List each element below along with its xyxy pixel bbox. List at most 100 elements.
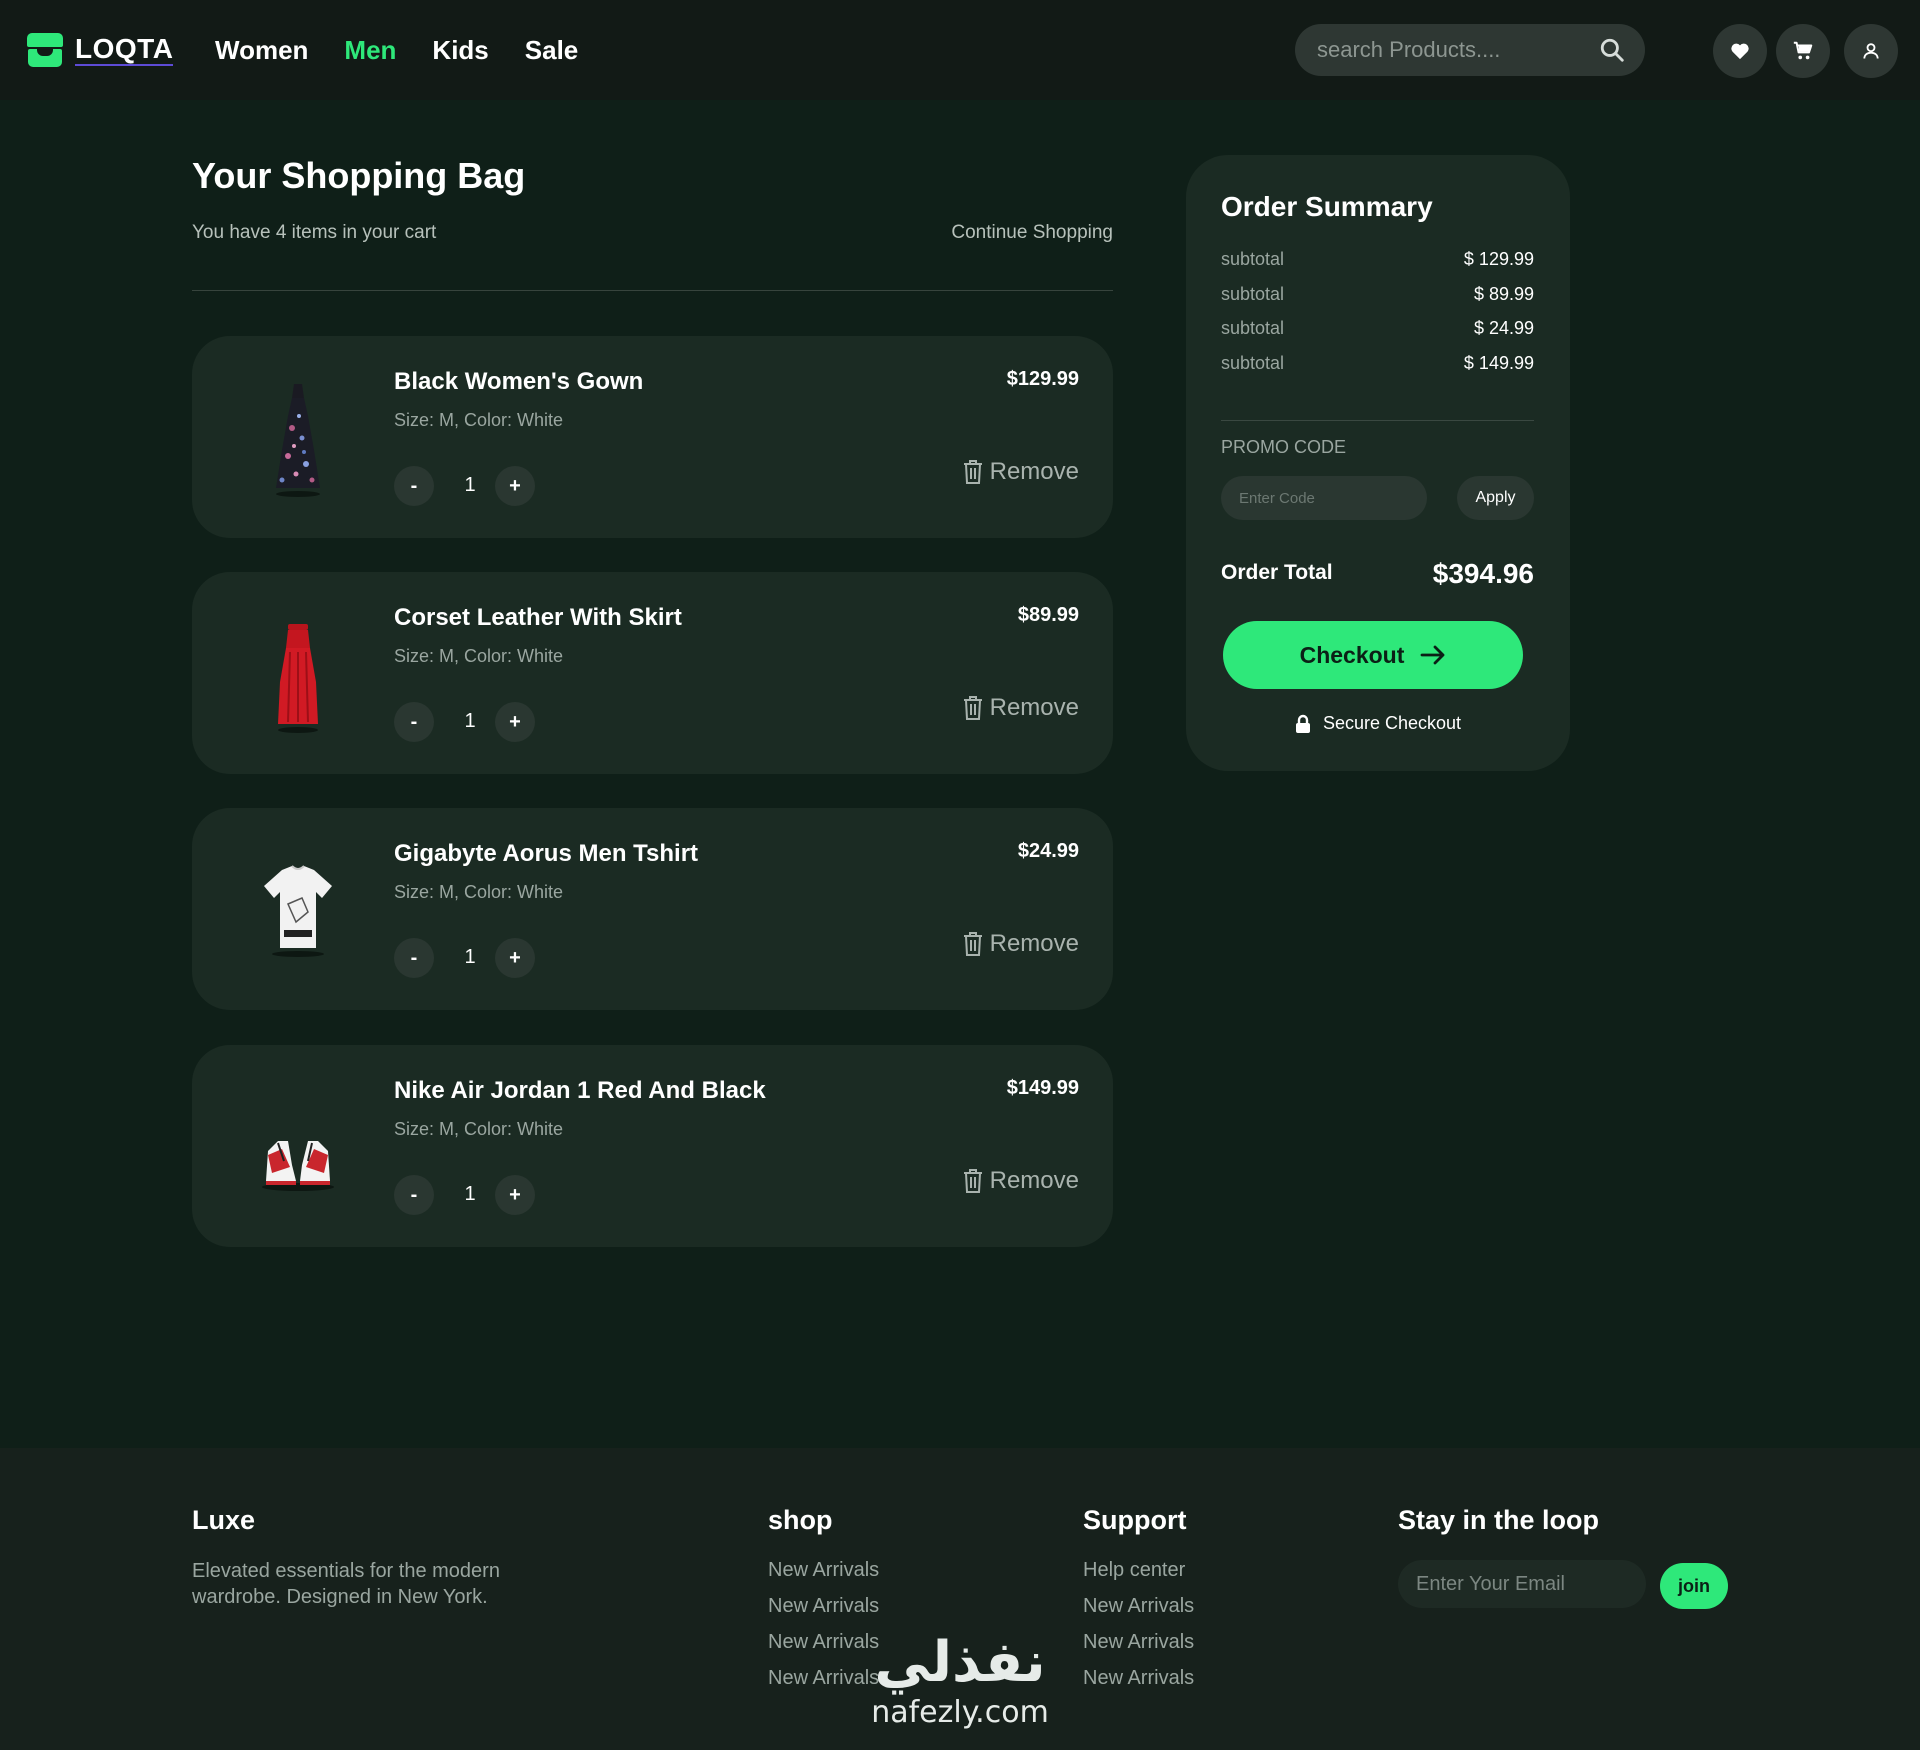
item-attributes: Size: M, Color: White [394, 410, 564, 430]
qty-value: 1 [464, 710, 476, 732]
footer-support-title: Support [1083, 1505, 1187, 1535]
qty-value: 1 [464, 1183, 476, 1205]
promo-code-input[interactable] [1221, 476, 1427, 520]
checkout-button[interactable]: Checkout [1223, 621, 1523, 689]
qty-decrease-button[interactable]: - [394, 938, 434, 978]
footer-link[interactable]: New Arrivals [1083, 1667, 1194, 1689]
newsletter-email-input[interactable] [1398, 1560, 1646, 1608]
cart-item: Corset Leather With Skirt Size: M, Color… [192, 572, 1113, 774]
footer-brand: Luxe [192, 1505, 256, 1535]
remove-button[interactable]: Remove [962, 1167, 1079, 1195]
item-name: Gigabyte Aorus Men Tshirt [394, 840, 699, 867]
remove-label: Remove [989, 458, 1079, 485]
item-price: $89.99 [1017, 604, 1079, 626]
summary-row: subtotal $ 129.99 [1221, 249, 1534, 275]
cart-icon [1793, 41, 1813, 60]
list-item: New Arrivals [1083, 1628, 1194, 1664]
watermark-domain: nafezly.com [871, 1695, 1049, 1730]
summary-row-label: subtotal [1221, 284, 1285, 304]
item-attributes: Size: M, Color: White [394, 882, 564, 902]
footer-tagline: Elevated essentials for the modern wardr… [192, 1560, 500, 1608]
nav-link-women[interactable]: Women [215, 30, 308, 70]
summary-row: subtotal $ 89.99 [1221, 284, 1534, 310]
remove-button[interactable]: Remove [962, 930, 1079, 958]
search-icon[interactable] [1599, 37, 1625, 63]
nav-link-sale[interactable]: Sale [525, 30, 579, 70]
lock-icon [1295, 714, 1310, 733]
qty-increase-button[interactable]: + [495, 702, 535, 742]
list-item: New Arrivals [768, 1592, 879, 1628]
footer-link[interactable]: New Arrivals [1083, 1631, 1194, 1653]
summary-row-label: subtotal [1221, 249, 1285, 269]
product-image [278, 624, 318, 733]
summary-row-label: subtotal [1221, 318, 1285, 338]
qty-increase-button[interactable]: + [495, 938, 535, 978]
item-price: $24.99 [1017, 840, 1079, 862]
watermark: نفذلي nafezly.com [850, 1630, 1070, 1750]
store-logo-icon [27, 33, 63, 67]
cart-item: Black Women's Gown Size: M, Color: White… [192, 336, 1113, 538]
cart-button[interactable] [1776, 24, 1830, 78]
remove-button[interactable]: Remove [962, 458, 1079, 486]
qty-increase-button[interactable]: + [495, 1175, 535, 1215]
order-summary-card: Order Summary subtotal $ 129.99 subtotal… [1186, 155, 1570, 771]
apply-promo-button[interactable]: Apply [1457, 476, 1534, 520]
divider [1221, 420, 1534, 421]
account-button[interactable] [1844, 24, 1898, 78]
top-nav: LOQTA Women Men Kids Sale [0, 0, 1920, 100]
summary-row-value: $ 89.99 [1473, 284, 1534, 304]
remove-label: Remove [989, 694, 1079, 721]
summary-row: subtotal $ 24.99 [1221, 318, 1534, 344]
secure-checkout-note: Secure Checkout [1186, 713, 1570, 734]
qty-value: 1 [464, 946, 476, 968]
footer-support-links: Help center New Arrivals New Arrivals Ne… [1083, 1556, 1194, 1700]
product-image [264, 865, 332, 957]
wishlist-button[interactable] [1713, 24, 1767, 78]
qty-increase-button[interactable]: + [495, 466, 535, 506]
watermark-arabic: نفذلي [874, 1630, 1046, 1695]
cart-count-text: You have 4 items in your cart [192, 222, 437, 243]
qty-decrease-button[interactable]: - [394, 466, 434, 506]
footer-link[interactable]: New Arrivals [1083, 1595, 1194, 1617]
nav-link-kids[interactable]: Kids [432, 30, 488, 70]
cart-item: Gigabyte Aorus Men Tshirt Size: M, Color… [192, 808, 1113, 1010]
logo[interactable]: LOQTA [27, 32, 174, 68]
cart-item: Nike Air Jordan 1 Red And Black Size: M,… [192, 1045, 1113, 1247]
footer-shop-title: shop [768, 1505, 833, 1535]
trash-icon [963, 1169, 982, 1193]
newsletter-join-button[interactable]: join [1660, 1563, 1728, 1609]
footer-newsletter-title: Stay in the loop [1398, 1505, 1600, 1535]
product-image [262, 1141, 334, 1191]
list-item: New Arrivals [1083, 1592, 1194, 1628]
product-image [276, 384, 320, 497]
logo-text: LOQTA [75, 33, 174, 66]
footer-link[interactable]: New Arrivals [768, 1595, 879, 1617]
footer-link[interactable]: Help center [1083, 1559, 1185, 1581]
summary-row-value: $ 129.99 [1463, 249, 1534, 269]
remove-label: Remove [989, 930, 1079, 957]
qty-decrease-button[interactable]: - [394, 702, 434, 742]
trash-icon [963, 460, 982, 484]
remove-label: Remove [989, 1167, 1079, 1194]
promo-code-label: PROMO CODE [1221, 437, 1347, 457]
search-bar [1295, 24, 1645, 76]
list-item: New Arrivals [768, 1556, 879, 1592]
item-attributes: Size: M, Color: White [394, 646, 564, 666]
search-input[interactable] [1317, 24, 1587, 76]
item-name: Corset Leather With Skirt [394, 604, 682, 631]
item-price: $149.99 [1006, 1077, 1079, 1099]
summary-row-value: $ 149.99 [1463, 353, 1534, 373]
page-title: Your Shopping Bag [192, 155, 526, 196]
order-total-label: Order Total [1221, 561, 1333, 584]
list-item: Help center [1083, 1556, 1194, 1592]
divider [192, 290, 1113, 291]
footer-link[interactable]: New Arrivals [768, 1559, 879, 1581]
user-icon [1863, 43, 1879, 59]
remove-button[interactable]: Remove [962, 694, 1079, 722]
continue-shopping-link[interactable]: Continue Shopping [951, 222, 1113, 244]
arrow-right-icon [1420, 645, 1445, 665]
item-price: $129.99 [1006, 368, 1079, 390]
qty-decrease-button[interactable]: - [394, 1175, 434, 1215]
nav-link-men[interactable]: Men [344, 30, 396, 70]
item-name: Black Women's Gown [394, 368, 644, 395]
